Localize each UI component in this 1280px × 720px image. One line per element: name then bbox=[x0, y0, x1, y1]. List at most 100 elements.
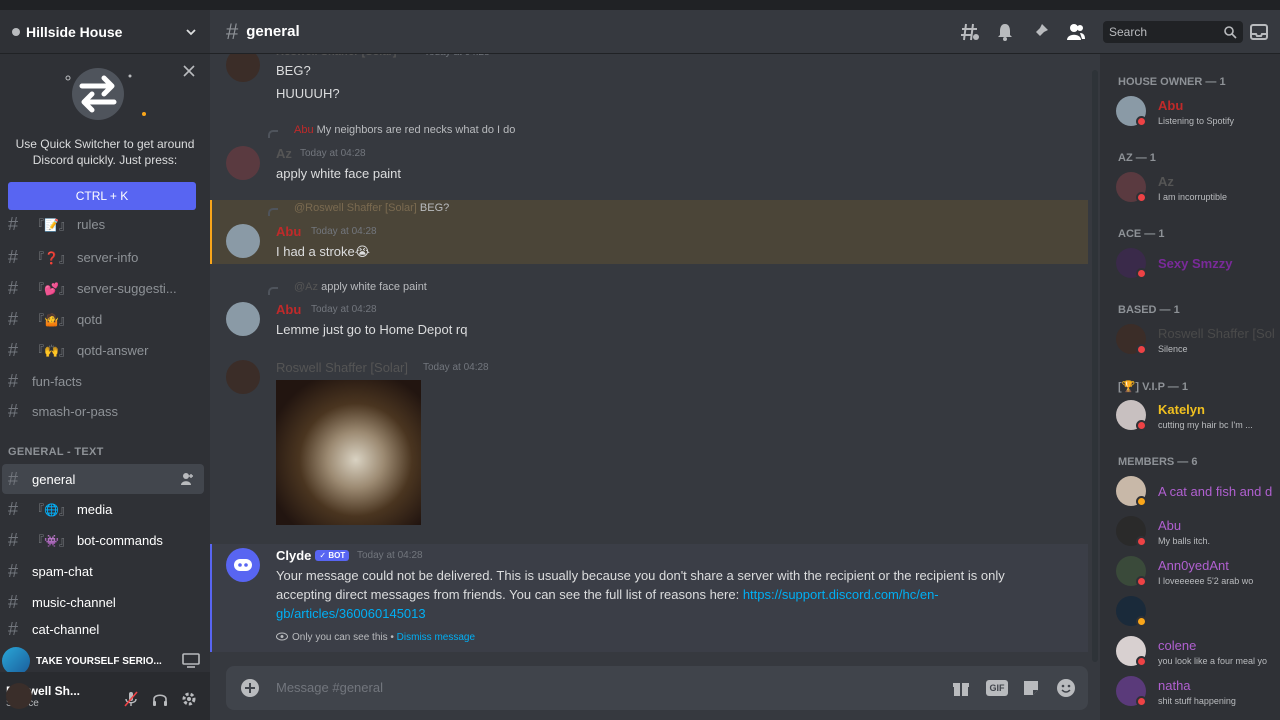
chevron-down-icon[interactable] bbox=[184, 25, 198, 39]
channel-item-music-channel[interactable]: # music-channel bbox=[2, 587, 204, 617]
member-name: natha bbox=[1158, 678, 1191, 693]
activity-banner[interactable]: TAKE YOURSELF SERIO... bbox=[0, 647, 210, 675]
dnd-status-icon bbox=[1136, 656, 1147, 667]
channel-item-rules[interactable]: # 『📝』 rules bbox=[2, 214, 204, 234]
avatar[interactable] bbox=[226, 360, 260, 394]
avatar[interactable] bbox=[226, 548, 260, 582]
channel-emoji: 『👾』 bbox=[32, 533, 71, 548]
avatar[interactable] bbox=[226, 224, 260, 258]
hash-icon: # bbox=[8, 618, 19, 639]
member-item[interactable] bbox=[1116, 592, 1280, 632]
message-text: I had a stroke😭 bbox=[276, 244, 370, 259]
message-author[interactable]: Roswell Shaffer [Solar] bbox=[276, 360, 408, 375]
headphones-icon[interactable] bbox=[151, 690, 169, 708]
ephemeral-note: Only you can see this • Dismiss message bbox=[276, 632, 475, 643]
channel-item-smash-or-pass[interactable]: # smash-or-pass bbox=[2, 396, 204, 426]
message-timestamp: Today at 04:28 bbox=[311, 304, 377, 315]
category-general-text[interactable]: GENERAL - TEXT bbox=[8, 446, 104, 458]
message-author[interactable]: Abu bbox=[276, 224, 301, 239]
channel-item-cat-channel[interactable]: # cat-channel bbox=[2, 618, 204, 640]
reply-author: Abu bbox=[294, 124, 314, 136]
channel-label: qotd bbox=[76, 311, 103, 327]
channel-item-media[interactable]: # 『🌐』 media bbox=[2, 494, 204, 524]
hash-icon: # bbox=[8, 498, 19, 519]
member-item[interactable]: Katelyn cutting my hair bc I'm ... bbox=[1116, 396, 1280, 436]
channel-label: general bbox=[32, 471, 76, 487]
member-item[interactable]: Abu My balls itch. bbox=[1116, 512, 1280, 552]
message-composer[interactable]: Message #general GIF bbox=[226, 666, 1088, 710]
member-item[interactable]: natha shit stuff happening bbox=[1116, 672, 1280, 712]
close-icon[interactable] bbox=[182, 64, 196, 78]
message-input[interactable]: Message #general bbox=[276, 680, 383, 695]
mute-mic-icon[interactable] bbox=[122, 690, 140, 708]
quick-switcher-shortcut-button[interactable]: CTRL + K bbox=[8, 182, 196, 210]
settings-gear-icon[interactable] bbox=[180, 690, 198, 708]
message-text: apply white face paint bbox=[276, 166, 402, 181]
eye-icon bbox=[276, 632, 288, 641]
gif-icon[interactable]: GIF bbox=[986, 680, 1008, 696]
avatar[interactable] bbox=[226, 146, 260, 180]
channel-item-fun-facts[interactable]: # fun-facts bbox=[2, 366, 204, 396]
hash-icon: # bbox=[8, 214, 19, 234]
member-name: Abu bbox=[1158, 98, 1184, 113]
member-item[interactable]: A cat and fish and d bbox=[1116, 472, 1280, 512]
add-attachment-icon[interactable] bbox=[240, 678, 260, 698]
role-header: AZ — 1 bbox=[1118, 152, 1156, 164]
dismiss-message-link[interactable]: Dismiss message bbox=[397, 632, 475, 643]
reply-preview[interactable]: @Roswell Shaffer [Solar] BEG? bbox=[268, 202, 449, 216]
channel-title: general bbox=[246, 23, 300, 40]
channel-item-bot-commands[interactable]: # 『👾』 bot-commands bbox=[2, 525, 204, 555]
message-author[interactable]: Abu bbox=[276, 302, 301, 317]
member-name: Katelyn bbox=[1158, 402, 1205, 417]
message-text: HUUUUH? bbox=[276, 86, 340, 101]
member-item[interactable]: colene you look like a four meal yo bbox=[1116, 632, 1280, 672]
channel-item-server-info[interactable]: # 『❓』 server-info bbox=[2, 242, 204, 272]
search-icon bbox=[1224, 26, 1237, 39]
member-status: I am incorruptible bbox=[1158, 192, 1228, 202]
inbox-icon[interactable] bbox=[1249, 22, 1269, 42]
threads-icon[interactable] bbox=[960, 22, 980, 42]
pin-icon[interactable] bbox=[1030, 22, 1050, 42]
gift-icon[interactable] bbox=[951, 678, 971, 698]
author-name: Clyde bbox=[276, 548, 312, 563]
browser-icon bbox=[2, 647, 30, 675]
member-item[interactable]: Az I am incorruptible bbox=[1116, 168, 1280, 208]
channel-label: smash-or-pass bbox=[32, 403, 118, 419]
channel-sidebar: Hillside House Use Quick Switcher to get… bbox=[0, 10, 210, 720]
reply-preview[interactable]: Abu My neighbors are red necks what do I… bbox=[268, 124, 515, 138]
member-status: shit stuff happening bbox=[1158, 696, 1236, 706]
message-image-attachment[interactable] bbox=[276, 380, 421, 525]
member-item[interactable]: Sexy Smzzy bbox=[1116, 244, 1280, 284]
dnd-status-icon bbox=[1136, 536, 1147, 547]
avatar[interactable] bbox=[226, 302, 260, 336]
sticker-icon[interactable] bbox=[1021, 678, 1041, 698]
member-item[interactable]: Abu Listening to Spotify bbox=[1116, 92, 1280, 132]
channel-item-general[interactable]: # general bbox=[2, 464, 204, 494]
notification-bell-icon[interactable] bbox=[995, 22, 1015, 42]
member-status: I loveeeeee 5'2 arab wo bbox=[1158, 576, 1254, 586]
message-author[interactable]: Az bbox=[276, 146, 292, 161]
search-input[interactable]: Search bbox=[1103, 21, 1243, 43]
member-list-icon[interactable] bbox=[1066, 22, 1086, 42]
reply-preview[interactable]: @Az apply white face paint bbox=[268, 281, 427, 295]
screen-share-icon[interactable] bbox=[182, 653, 200, 669]
reply-author: @Az bbox=[294, 281, 319, 293]
message-author[interactable]: Clyde ✓ BOT bbox=[276, 548, 350, 563]
chat-area: Roswell Shaffer [Solar] Today at 04:28 B… bbox=[210, 10, 1100, 720]
channel-item-spam-chat[interactable]: # spam-chat bbox=[2, 556, 204, 586]
role-header: ACE — 1 bbox=[1118, 228, 1165, 240]
server-header[interactable]: Hillside House bbox=[0, 10, 210, 54]
add-member-icon[interactable] bbox=[180, 472, 194, 486]
emoji-icon[interactable] bbox=[1056, 678, 1076, 698]
channel-item-qotd-answer[interactable]: # 『🙌』 qotd-answer bbox=[2, 335, 204, 365]
channel-emoji: 『💕』 bbox=[32, 281, 71, 296]
channel-item-server-suggestions[interactable]: # 『💕』 server-suggesti... bbox=[2, 273, 204, 303]
member-item[interactable]: Roswell Shaffer [Sol Silence bbox=[1116, 320, 1280, 360]
role-header: [🏆] V.I.P — 1 bbox=[1118, 381, 1188, 393]
channel-item-qotd[interactable]: # 『🤷』 qotd bbox=[2, 304, 204, 334]
scrollbar[interactable] bbox=[1092, 70, 1098, 662]
member-item[interactable]: Ann0yedAnt I loveeeeee 5'2 arab wo bbox=[1116, 552, 1280, 592]
role-header: HOUSE OWNER — 1 bbox=[1118, 76, 1226, 88]
member-name: colene bbox=[1158, 638, 1197, 653]
avatar[interactable] bbox=[6, 683, 32, 709]
